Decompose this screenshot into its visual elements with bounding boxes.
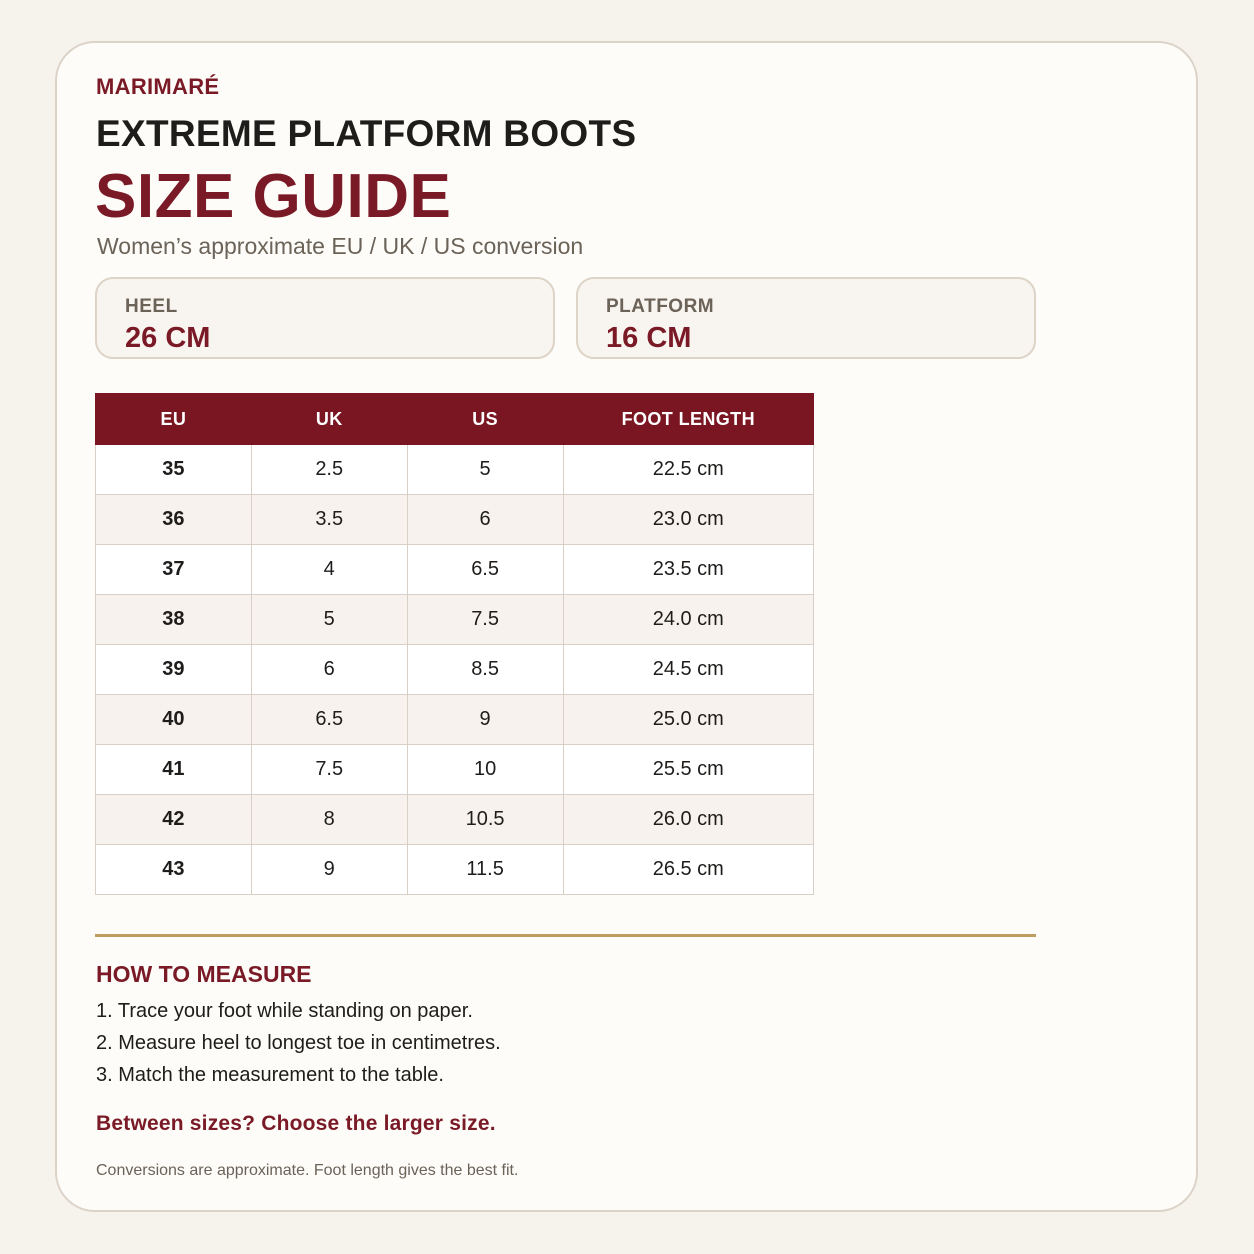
cell-foot-length: 25.0 cm <box>562 694 815 745</box>
platform-label: PLATFORM <box>606 296 715 317</box>
brand-name: MARIMARÉ <box>96 74 220 99</box>
cell-us: 8.5 <box>406 644 564 695</box>
cell-foot-length: 26.5 cm <box>562 844 815 895</box>
cell-us: 6.5 <box>406 544 564 595</box>
cell-foot-length: 22.5 cm <box>562 444 815 495</box>
cell-eu: 42 <box>95 794 252 845</box>
cell-us: 7.5 <box>406 594 564 645</box>
cell-uk: 2.5 <box>250 444 408 495</box>
header-uk: UK <box>250 393 408 445</box>
cell-foot-length: 25.5 cm <box>562 744 815 795</box>
cell-uk: 8 <box>250 794 408 845</box>
platform-spec-card: PLATFORM 16 CM <box>576 277 1036 359</box>
cell-us: 5 <box>406 444 564 495</box>
cell-eu: 39 <box>95 644 252 695</box>
cell-uk: 7.5 <box>250 744 408 795</box>
table-header-row: EU UK US FOOT LENGTH <box>95 393 815 445</box>
cell-us: 6 <box>406 494 564 545</box>
how-to-measure-title: HOW TO MEASURE <box>96 961 312 987</box>
cell-foot-length: 24.0 cm <box>562 594 815 645</box>
cell-foot-length: 23.5 cm <box>562 544 815 595</box>
cell-uk: 9 <box>250 844 408 895</box>
product-name: EXTREME PLATFORM BOOTS <box>96 113 637 154</box>
cell-eu: 38 <box>95 594 252 645</box>
table-row: 39 6 8.5 24.5 cm <box>95 644 815 695</box>
table-row: 40 6.5 9 25.0 cm <box>95 694 815 745</box>
cell-uk: 5 <box>250 594 408 645</box>
cell-foot-length: 23.0 cm <box>562 494 815 545</box>
cell-eu: 37 <box>95 544 252 595</box>
heel-value: 26 CM <box>125 322 211 354</box>
platform-value: 16 CM <box>606 322 692 354</box>
table-row: 41 7.5 10 25.5 cm <box>95 744 815 795</box>
size-table: EU UK US FOOT LENGTH 35 2.5 5 22.5 cm 36… <box>95 393 815 895</box>
footnote: Conversions are approximate. Foot length… <box>96 1162 519 1179</box>
header-us: US <box>406 393 564 445</box>
table-row: 37 4 6.5 23.5 cm <box>95 544 815 595</box>
cell-uk: 6 <box>250 644 408 695</box>
header-foot-length: FOOT LENGTH <box>562 393 815 445</box>
section-divider <box>95 934 1036 937</box>
cell-eu: 43 <box>95 844 252 895</box>
table-row: 36 3.5 6 23.0 cm <box>95 494 815 545</box>
header-eu: EU <box>95 393 252 445</box>
cell-us: 10 <box>406 744 564 795</box>
cell-eu: 35 <box>95 444 252 495</box>
cell-eu: 41 <box>95 744 252 795</box>
cell-eu: 40 <box>95 694 252 745</box>
cell-us: 9 <box>406 694 564 745</box>
cell-us: 11.5 <box>406 844 564 895</box>
heel-label: HEEL <box>125 296 178 317</box>
table-row: 35 2.5 5 22.5 cm <box>95 444 815 495</box>
size-guide-card: MARIMARÉ EXTREME PLATFORM BOOTS SIZE GUI… <box>55 41 1198 1212</box>
sizing-tip: Between sizes? Choose the larger size. <box>96 1112 496 1135</box>
cell-uk: 3.5 <box>250 494 408 545</box>
table-row: 43 9 11.5 26.5 cm <box>95 844 815 895</box>
cell-foot-length: 24.5 cm <box>562 644 815 695</box>
measure-step-3: 3. Match the measurement to the table. <box>96 1064 444 1086</box>
cell-uk: 6.5 <box>250 694 408 745</box>
table-row: 42 8 10.5 26.0 cm <box>95 794 815 845</box>
table-row: 38 5 7.5 24.0 cm <box>95 594 815 645</box>
cell-foot-length: 26.0 cm <box>562 794 815 845</box>
cell-eu: 36 <box>95 494 252 545</box>
measure-step-2: 2. Measure heel to longest toe in centim… <box>96 1032 501 1054</box>
page-subtitle: Women’s approximate EU / UK / US convers… <box>97 233 584 259</box>
cell-uk: 4 <box>250 544 408 595</box>
page-title: SIZE GUIDE <box>95 162 452 231</box>
measure-step-1: 1. Trace your foot while standing on pap… <box>96 1000 473 1022</box>
cell-us: 10.5 <box>406 794 564 845</box>
heel-spec-card: HEEL 26 CM <box>95 277 555 359</box>
